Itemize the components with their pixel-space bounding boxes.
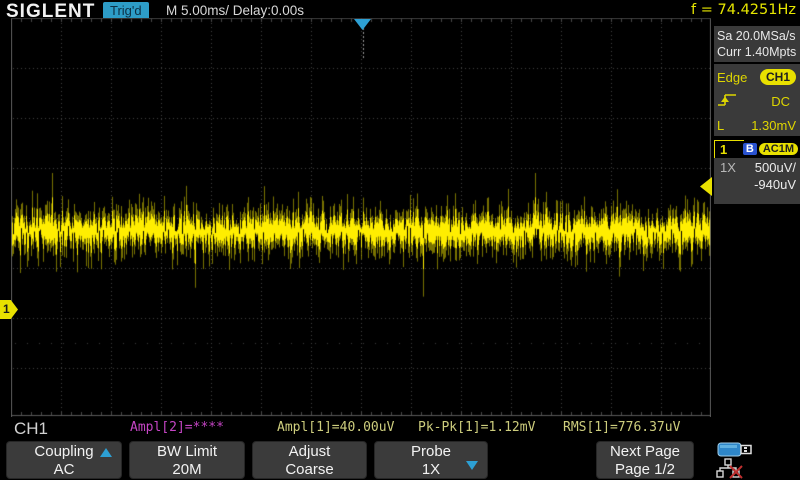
status-icon-area bbox=[716, 440, 796, 480]
softkey-next-page[interactable]: Next Page Page 1/2 bbox=[596, 441, 694, 479]
probe-attenuation: 1X bbox=[720, 160, 736, 175]
measurement-pkpk1: Pk-Pk[1]=1.12mV bbox=[418, 420, 535, 435]
bandwidth-limit-badge: B bbox=[743, 143, 757, 155]
usb-icon bbox=[717, 441, 759, 459]
chevron-up-icon bbox=[100, 448, 112, 457]
sample-rate: Sa 20.0MSa/s bbox=[717, 28, 800, 44]
acquisition-panel[interactable]: Sa 20.0MSa/s Curr 1.40Mpts bbox=[714, 26, 800, 62]
softkey-label: Next Page bbox=[597, 443, 693, 461]
softkey-value: Coarse bbox=[253, 461, 366, 479]
trigger-level-value: 1.30mV bbox=[751, 118, 796, 133]
softkey-label: BW Limit bbox=[130, 443, 244, 461]
memory-depth: Curr 1.40Mpts bbox=[717, 44, 800, 60]
trigger-source-badge: CH1 bbox=[760, 69, 796, 85]
softkey-probe[interactable]: Probe 1X bbox=[374, 441, 488, 479]
softkey-value: 20M bbox=[130, 461, 244, 479]
vertical-offset: -940uV bbox=[714, 177, 800, 192]
oscilloscope-screen: SIGLENT Trig'd M 5.00ms/ Delay:0.00s f =… bbox=[0, 0, 800, 480]
channel-coupling-badge: AC1M bbox=[759, 143, 798, 155]
channel-descriptor[interactable]: 1 B AC1M 1X 500uV/ -940uV bbox=[714, 140, 800, 204]
softkey-adjust[interactable]: Adjust Coarse bbox=[252, 441, 367, 479]
trigger-panel[interactable]: Edge CH1 DC L 1.30mV bbox=[714, 64, 800, 136]
softkey-bw-limit[interactable]: BW Limit 20M bbox=[129, 441, 245, 479]
lan-disconnected-icon bbox=[716, 458, 754, 480]
softkey-value: Page 1/2 bbox=[597, 461, 693, 479]
rising-edge-icon bbox=[717, 92, 739, 111]
active-channel-label: CH1 bbox=[14, 419, 48, 439]
measurement-ampl2: Ampl[2]=**** bbox=[130, 420, 224, 435]
softkey-coupling[interactable]: Coupling AC bbox=[6, 441, 122, 479]
channel-tab-outline bbox=[714, 140, 744, 158]
softkey-label: Adjust bbox=[253, 443, 366, 461]
measurement-rms1: RMS[1]=776.37uV bbox=[563, 420, 680, 435]
measurement-ampl1: Ampl[1]=40.00uV bbox=[277, 420, 394, 435]
trigger-level-label: L bbox=[717, 118, 724, 133]
vertical-scale: 500uV/ bbox=[755, 160, 796, 175]
timebase-readout[interactable]: M 5.00ms/ Delay:0.00s bbox=[166, 3, 304, 18]
trigger-type: Edge bbox=[717, 70, 747, 85]
waveform-display[interactable] bbox=[11, 18, 711, 417]
softkey-label: Probe bbox=[375, 443, 487, 461]
chevron-down-icon bbox=[466, 461, 478, 470]
softkey-value: AC bbox=[7, 461, 121, 479]
frequency-counter: f = 74.4251Hz bbox=[691, 2, 796, 18]
trigger-coupling: DC bbox=[771, 94, 796, 109]
